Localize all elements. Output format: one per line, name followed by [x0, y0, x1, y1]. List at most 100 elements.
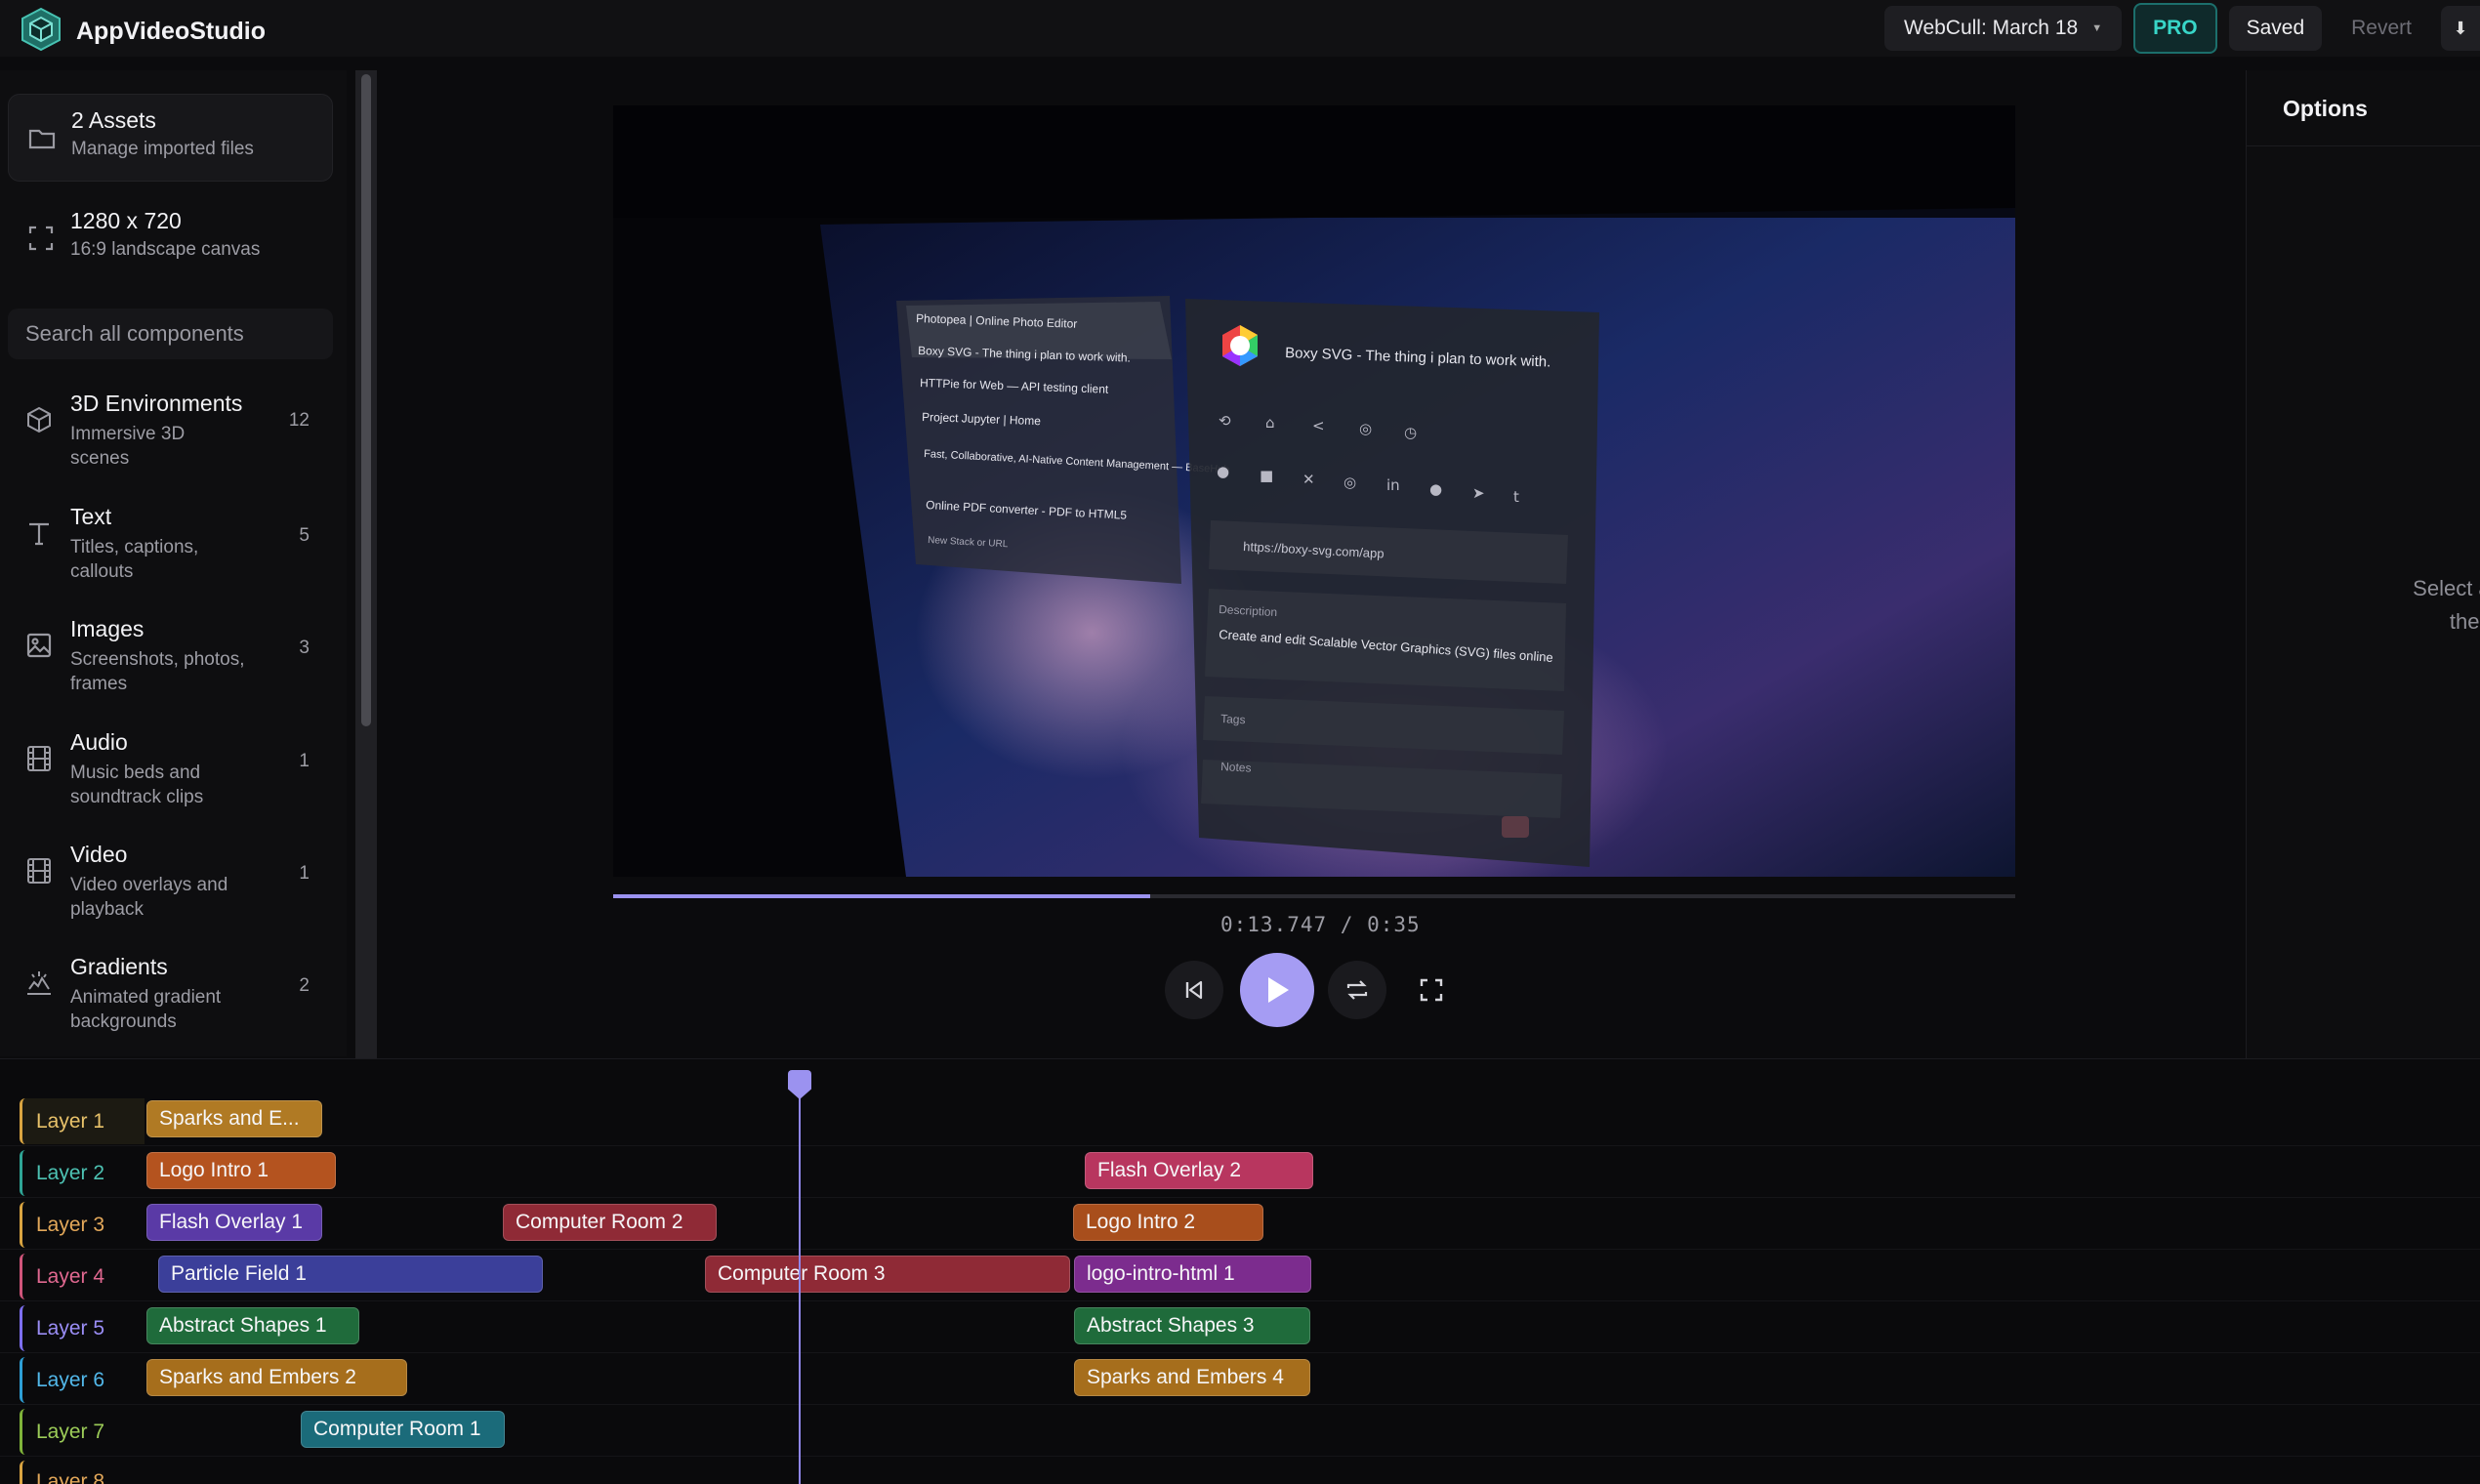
timeline-row: Layer 1 Sparks and E...: [0, 1094, 2480, 1146]
assets-title: 2 Assets: [71, 107, 156, 133]
pro-badge[interactable]: PRO: [2133, 3, 2217, 54]
project-select[interactable]: WebCull: March 18 ▼: [1884, 6, 2123, 51]
category-title: Gradients: [70, 954, 168, 979]
layer-label[interactable]: Layer 6: [20, 1357, 145, 1403]
assets-card[interactable]: 2 Assets Manage imported files: [8, 94, 333, 182]
video-frame-scene: Photopea | Online Photo Editor Boxy SVG …: [613, 105, 2015, 877]
options-header: Options: [2247, 70, 2480, 146]
svg-text:⌂: ⌂: [1265, 414, 1275, 432]
video-preview[interactable]: Photopea | Online Photo Editor Boxy SVG …: [613, 105, 2015, 877]
timeline-row: Layer 4 Particle Field 1 Computer Room 3…: [0, 1250, 2480, 1301]
options-title: Options: [2283, 96, 2368, 121]
timecode: 0:13.747 / 0:35: [1220, 913, 1421, 936]
download-icon: ⬇: [2453, 18, 2468, 38]
skip-back-icon: [1185, 980, 1203, 1000]
fullscreen-button[interactable]: [1402, 961, 1461, 1019]
timeline-clip[interactable]: logo-intro-html 1: [1074, 1256, 1311, 1293]
category-images[interactable]: Images Screenshots, photos, frames 3: [8, 616, 333, 719]
timeline-clip[interactable]: Sparks and Embers 4: [1074, 1359, 1310, 1396]
play-button[interactable]: [1240, 953, 1314, 1027]
timeline-row: Layer 8: [0, 1457, 2480, 1484]
resize-icon: [28, 226, 54, 251]
chevron-down-icon: ▼: [2091, 22, 2103, 34]
category-count: 1: [299, 751, 310, 771]
layer-label[interactable]: Layer 4: [20, 1254, 145, 1299]
timeline-row: Layer 3 Flash Overlay 1 Computer Room 2 …: [0, 1198, 2480, 1250]
play-icon: [1268, 977, 1289, 1003]
category-subtitle: Music beds and soundtrack clips: [70, 763, 204, 807]
canvas-size-card[interactable]: 1280 x 720 16:9 landscape canvas: [8, 199, 333, 283]
category-video[interactable]: Video Video overlays and playback 1: [8, 842, 333, 944]
options-panel: Options Select a compo the time: [2246, 70, 2480, 1058]
timeline-clip[interactable]: Computer Room 2: [503, 1204, 717, 1241]
svg-text:⟲: ⟲: [1219, 412, 1231, 430]
svg-text:■: ■: [1260, 467, 1273, 484]
layer-label[interactable]: Layer 5: [20, 1305, 145, 1351]
svg-text:◎: ◎: [1359, 420, 1372, 437]
layer-label[interactable]: Layer 7: [20, 1409, 145, 1455]
brand[interactable]: AppVideoStudio: [18, 6, 266, 58]
timeline-clip[interactable]: Computer Room 1: [301, 1411, 505, 1448]
timeline-clip[interactable]: Sparks and Embers 2: [146, 1359, 407, 1396]
revert-button[interactable]: Revert: [2334, 6, 2429, 51]
category-subtitle: Screenshots, photos, frames: [70, 649, 245, 694]
playhead-line[interactable]: [799, 1072, 801, 1484]
cube-icon: [27, 406, 51, 433]
loop-button[interactable]: [1328, 961, 1386, 1019]
timeline-clip[interactable]: Flash Overlay 2: [1085, 1152, 1313, 1189]
download-button[interactable]: ⬇: [2441, 6, 2480, 51]
app-name: AppVideoStudio: [76, 18, 266, 45]
saved-button[interactable]: Saved: [2228, 6, 2323, 51]
svg-text:●: ●: [1217, 463, 1229, 480]
category-text[interactable]: Text Titles, captions, callouts 5: [8, 504, 333, 606]
svg-text:<: <: [1312, 417, 1325, 434]
category-subtitle: Immersive 3D scenes: [70, 424, 186, 469]
timeline-clip[interactable]: Flash Overlay 1: [146, 1204, 322, 1241]
options-hint-line-1: Select a compo: [2413, 576, 2480, 600]
top-actions: WebCull: March 18 ▼ PRO Saved Revert ⬇: [1884, 3, 2480, 54]
timeline-clip[interactable]: Abstract Shapes 1: [146, 1307, 359, 1344]
svg-text:✕: ✕: [1302, 471, 1315, 488]
category-gradients[interactable]: Gradients Animated gradient backgrounds …: [8, 954, 333, 1056]
folder-icon: [28, 129, 56, 149]
top-bar: AppVideoStudio WebCull: March 18 ▼ PRO S…: [0, 0, 2480, 57]
layer-label[interactable]: Layer 3: [20, 1202, 145, 1248]
svg-text:➤: ➤: [1472, 484, 1485, 502]
fullscreen-icon: [1420, 978, 1443, 1002]
sidebar: 2 Assets Manage imported files 1280 x 72…: [0, 70, 347, 1056]
timeline-row: Layer 6 Sparks and Embers 2 Sparks and E…: [0, 1353, 2480, 1405]
timeline-clip[interactable]: Abstract Shapes 3: [1074, 1307, 1310, 1344]
sidebar-scrollbar-thumb[interactable]: [361, 74, 371, 726]
detail-card-notes-label: Notes: [1220, 760, 1252, 775]
project-label: WebCull: March 18: [1904, 17, 2079, 39]
timeline-clip[interactable]: Particle Field 1: [158, 1256, 543, 1293]
svg-text:t: t: [1513, 488, 1519, 506]
loop-icon: [1346, 980, 1368, 1000]
layer-label[interactable]: Layer 2: [20, 1150, 145, 1196]
layer-label[interactable]: Layer 8: [20, 1461, 145, 1484]
category-title: Images: [70, 616, 145, 641]
detail-card-tags-label: Tags: [1220, 712, 1246, 726]
timeline-row: Layer 2 Logo Intro 1 Flash Overlay 2: [0, 1146, 2480, 1198]
timeline-clip[interactable]: Sparks and E...: [146, 1100, 322, 1137]
svg-text:●: ●: [1429, 480, 1442, 498]
canvas-size-subtitle: 16:9 landscape canvas: [70, 239, 261, 260]
skip-back-button[interactable]: [1165, 961, 1223, 1019]
timeline-clip[interactable]: Logo Intro 1: [146, 1152, 336, 1189]
timeline-row: Layer 5 Abstract Shapes 1 Abstract Shape…: [0, 1301, 2480, 1353]
timeline: Layer 1 Sparks and E... Layer 2 Logo Int…: [0, 1058, 2480, 1484]
category-title: Text: [70, 504, 112, 529]
options-empty-hint: Select a compo the time: [2331, 572, 2480, 639]
options-hint-line-2: the time: [2449, 609, 2480, 634]
timeline-clip[interactable]: Logo Intro 2: [1073, 1204, 1263, 1241]
category-subtitle: Animated gradient backgrounds: [70, 987, 222, 1032]
category-count: 12: [288, 410, 310, 431]
category-3d-environments[interactable]: 3D Environments Immersive 3D scenes 12: [8, 391, 333, 493]
category-subtitle: Titles, captions, callouts: [70, 537, 199, 582]
search-input[interactable]: [8, 309, 333, 359]
timeline-clip[interactable]: Computer Room 3: [705, 1256, 1070, 1293]
category-audio[interactable]: Audio Music beds and soundtrack clips 1: [8, 729, 333, 832]
layer-label[interactable]: Layer 1: [20, 1098, 145, 1144]
playback-progress-fill: [613, 894, 1150, 898]
category-title: Audio: [70, 729, 128, 755]
